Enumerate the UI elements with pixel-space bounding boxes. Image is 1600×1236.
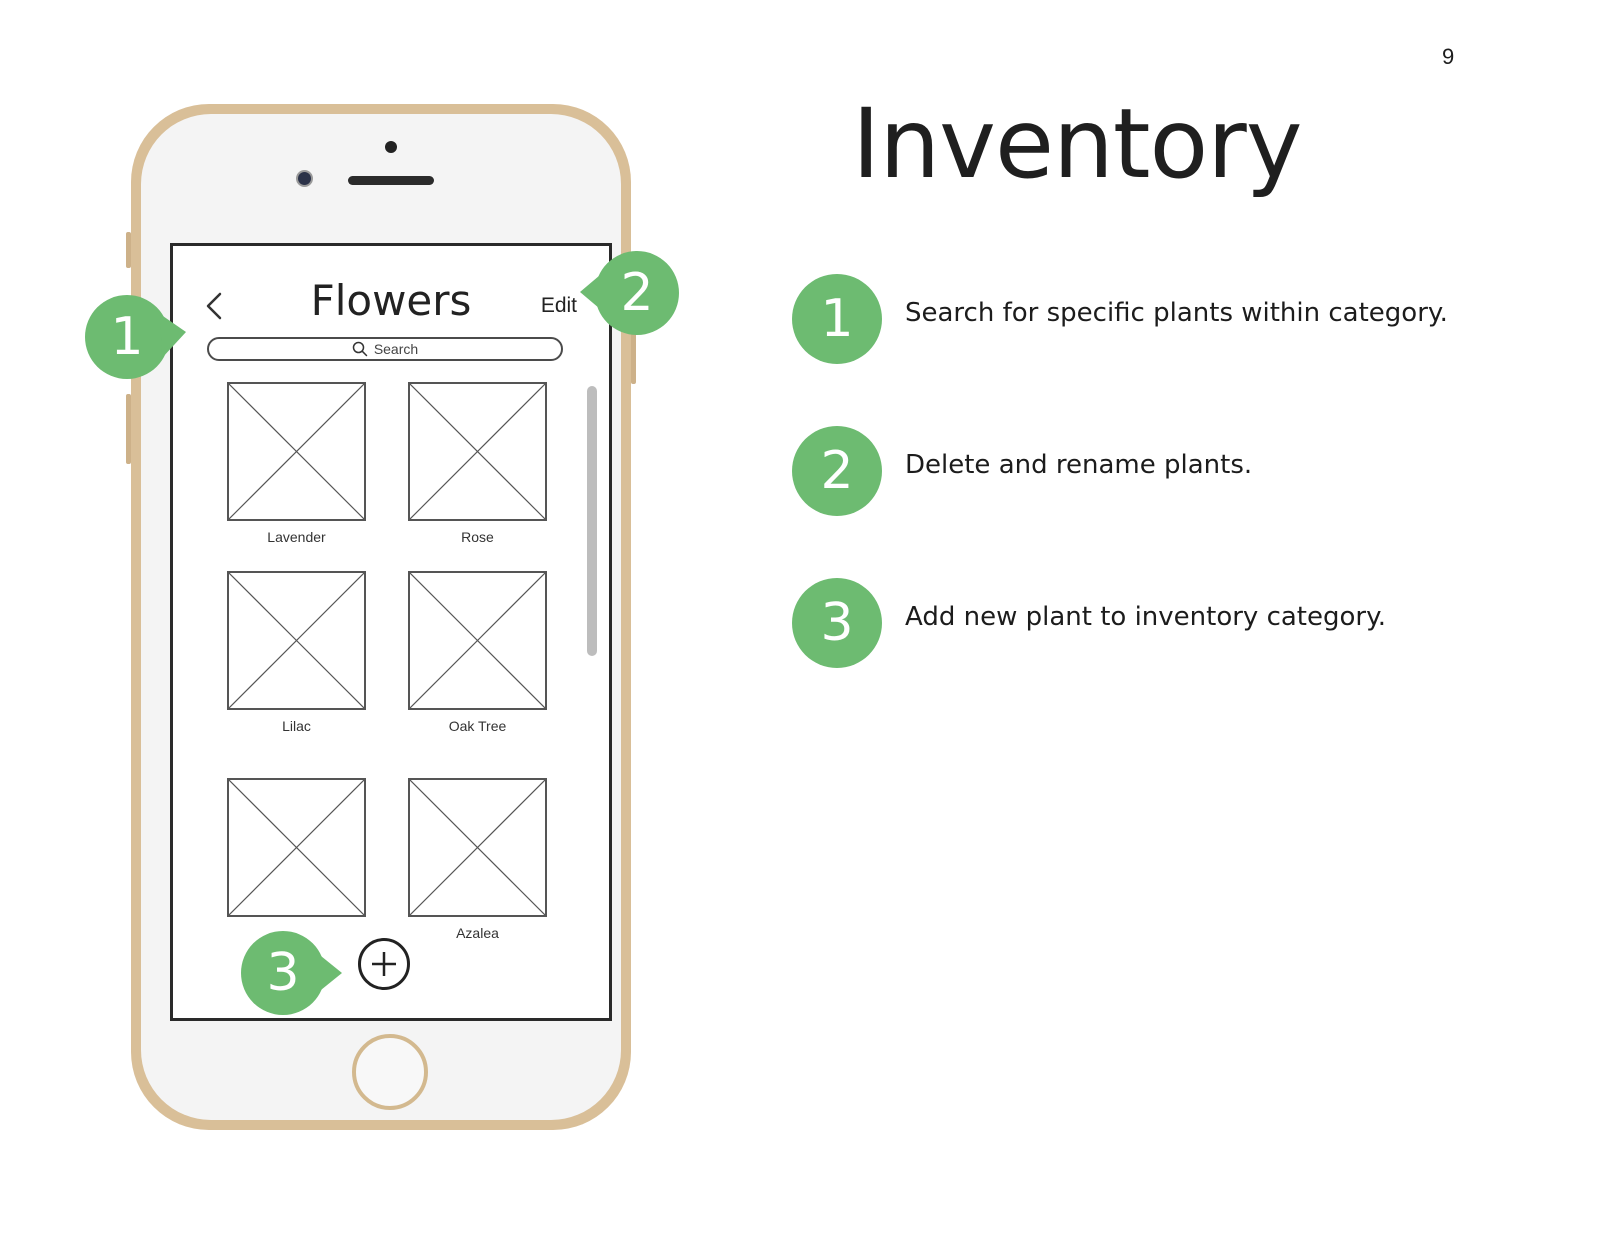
image-placeholder-icon <box>227 382 366 521</box>
plant-tile-azalea[interactable]: Azalea <box>408 778 547 942</box>
phone-screen: Flowers Edit Search Lavender Rose Lilac … <box>170 243 612 1021</box>
callout-number: 3 <box>266 943 300 1003</box>
search-placeholder: Search <box>373 341 419 357</box>
search-input[interactable]: Search <box>207 337 563 361</box>
edit-button[interactable]: Edit <box>541 294 577 318</box>
image-placeholder-icon <box>227 571 366 710</box>
page-title: Inventory <box>852 88 1303 200</box>
phone-face: Flowers Edit Search Lavender Rose Lilac … <box>141 114 621 1120</box>
plant-tile-lavender[interactable]: Lavender <box>227 382 366 546</box>
callout-marker-search: 1 <box>82 292 186 382</box>
legend-marker: 2 <box>792 426 882 516</box>
plant-tile-label: Lavender <box>267 529 326 545</box>
image-placeholder-icon <box>227 778 366 917</box>
plant-tile-label: Azalea <box>456 925 499 941</box>
plant-tile-label: Rose <box>461 529 494 545</box>
plus-icon <box>372 952 396 976</box>
image-placeholder-icon <box>408 778 547 917</box>
plant-tile-lilac[interactable]: Lilac <box>227 571 366 735</box>
phone-speaker <box>348 176 434 185</box>
scrollbar[interactable] <box>587 386 597 656</box>
legend-marker: 1 <box>792 274 882 364</box>
phone-side-button <box>126 232 131 268</box>
phone-sensor <box>385 141 397 153</box>
legend-number: 2 <box>820 441 854 501</box>
callout-marker-edit: 2 <box>580 248 682 338</box>
phone-camera <box>296 170 313 187</box>
legend-item-edit: 2 Delete and rename plants. <box>792 426 1552 516</box>
page-number: 9 <box>1442 44 1455 69</box>
image-placeholder-icon <box>408 382 547 521</box>
legend-marker: 3 <box>792 578 882 668</box>
phone-mockup: Flowers Edit Search Lavender Rose Lilac … <box>126 104 636 1130</box>
search-icon <box>352 341 368 357</box>
plant-tile-label: Oak Tree <box>448 718 507 734</box>
callout-marker-add: 3 <box>238 928 342 1018</box>
image-placeholder-icon <box>408 571 547 710</box>
legend-text: Search for specific plants within catego… <box>905 298 1448 328</box>
legend-text: Delete and rename plants. <box>905 450 1253 480</box>
plant-tile-rose[interactable]: Rose <box>408 382 547 546</box>
phone-volume-down-button <box>126 394 131 464</box>
plant-tile-oak-tree[interactable]: Oak Tree <box>408 571 547 735</box>
plant-tile-label: Lilac <box>282 718 311 734</box>
legend-number: 1 <box>820 289 854 349</box>
legend-text: Add new plant to inventory category. <box>905 602 1387 632</box>
callout-number: 1 <box>110 307 144 367</box>
phone-home-button <box>352 1034 428 1110</box>
add-plant-button[interactable] <box>358 938 410 990</box>
legend-item-add: 3 Add new plant to inventory category. <box>792 578 1552 668</box>
plant-tile-unlabeled[interactable] <box>227 778 366 942</box>
callout-number: 2 <box>620 263 654 323</box>
legend-item-search: 1 Search for specific plants within cate… <box>792 274 1552 364</box>
legend-number: 3 <box>820 593 854 653</box>
